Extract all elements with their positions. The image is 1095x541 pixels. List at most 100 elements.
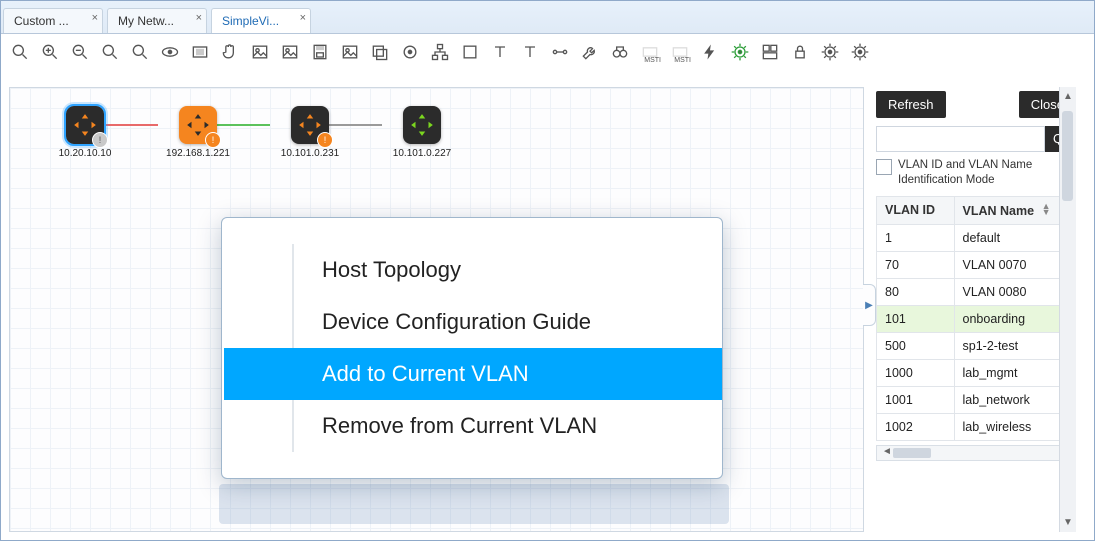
table-row[interactable]: 101onboarding [877, 305, 1076, 332]
save-icon[interactable] [307, 39, 333, 65]
cell-vlan-id: 101 [877, 305, 955, 332]
screen-add-icon[interactable] [457, 39, 483, 65]
context-menu-item[interactable]: Device Configuration Guide [294, 296, 722, 348]
eye-icon[interactable] [157, 39, 183, 65]
cell-vlan-id: 70 [877, 251, 955, 278]
scroll-up-icon[interactable]: ▲ [1063, 91, 1073, 102]
lock-icon[interactable] [787, 39, 813, 65]
device-icon: ! [179, 106, 217, 144]
zoom-out-icon[interactable] [67, 39, 93, 65]
context-menu-shadow [219, 484, 729, 524]
hscroll-thumb[interactable] [893, 448, 931, 458]
picture-icon[interactable] [337, 39, 363, 65]
side-panel-toggle[interactable]: ▶ [863, 284, 876, 326]
table-horizontal-scrollbar[interactable]: ◄ ► [876, 445, 1076, 461]
context-menu: Host TopologyDevice Configuration GuideA… [221, 217, 723, 479]
zoom-region-icon[interactable] [97, 39, 123, 65]
context-menu-item[interactable]: Remove from Current VLAN [294, 400, 722, 452]
topology-node[interactable]: !10.20.10.10 [35, 106, 135, 159]
context-menu-item[interactable]: Host Topology [294, 244, 722, 296]
panel-vertical-scrollbar[interactable]: ▲ ▼ [1059, 87, 1076, 532]
image-remove-icon[interactable] [277, 39, 303, 65]
fit-icon[interactable] [187, 39, 213, 65]
connect-icon[interactable] [547, 39, 573, 65]
status-badge: ! [92, 132, 108, 148]
text-add-icon[interactable] [487, 39, 513, 65]
binoculars-icon[interactable] [607, 39, 633, 65]
col-vlan-name[interactable]: VLAN Name ▲▼ [954, 196, 1075, 224]
vlan-search-input[interactable] [876, 126, 1045, 152]
cell-vlan-id: 1 [877, 224, 955, 251]
tab-label: Custom ... [14, 14, 69, 28]
gear-color-icon[interactable] [727, 39, 753, 65]
cell-vlan-name: default [954, 224, 1075, 251]
hand-icon[interactable] [217, 39, 243, 65]
cell-vlan-name: lab_wireless [954, 413, 1075, 440]
sliders-icon[interactable] [817, 39, 843, 65]
table-row[interactable]: 500sp1-2-test [877, 332, 1076, 359]
identification-mode-checkbox[interactable]: VLAN ID and VLAN Name Identification Mod… [876, 158, 1076, 188]
table-row[interactable]: 1000lab_mgmt [877, 359, 1076, 386]
search-icon[interactable] [7, 39, 33, 65]
topology-node[interactable]: ! 10.101.0.231 [260, 106, 360, 159]
scroll-down-icon[interactable]: ▼ [1063, 517, 1073, 528]
layers-icon[interactable] [367, 39, 393, 65]
msti-a-icon[interactable]: MSTI [637, 39, 663, 65]
cell-vlan-name: VLAN 0070 [954, 251, 1075, 278]
table-row[interactable]: 70VLAN 0070 [877, 251, 1076, 278]
table-row[interactable]: 1default [877, 224, 1076, 251]
close-icon[interactable]: × [196, 12, 202, 24]
node-label: 10.101.0.231 [260, 148, 360, 159]
text-icon[interactable] [517, 39, 543, 65]
cell-vlan-name: lab_network [954, 386, 1075, 413]
topology-node[interactable]: 10.101.0.227 [372, 106, 472, 159]
image-add-icon[interactable] [247, 39, 273, 65]
device-icon: ! [291, 106, 329, 144]
hierarchy-icon[interactable] [427, 39, 453, 65]
node-label: 10.20.10.10 [35, 148, 135, 159]
topology-node[interactable]: !192.168.1.221 [148, 106, 248, 159]
context-menu-item[interactable]: Add to Current VLAN [224, 348, 722, 400]
table-row[interactable]: 1002lab_wireless [877, 413, 1076, 440]
tab-2[interactable]: SimpleVi... × [211, 8, 311, 33]
close-icon[interactable]: × [92, 12, 98, 24]
cell-vlan-name: VLAN 0080 [954, 278, 1075, 305]
vlan-panel: Refresh Close Query VLAN ID and VLAN Nam… [876, 87, 1076, 532]
device-icon: ! [66, 106, 104, 144]
tab-1[interactable]: My Netw... × [107, 8, 207, 33]
status-badge: ! [205, 132, 221, 148]
zoom-in-icon[interactable] [37, 39, 63, 65]
checkbox-icon [876, 159, 892, 175]
cell-vlan-id: 80 [877, 278, 955, 305]
tab-0[interactable]: Custom ... × [3, 8, 103, 33]
tab-bar: Custom ... × My Netw... × SimpleVi... × [1, 1, 1094, 34]
bolt-icon[interactable] [697, 39, 723, 65]
col-vlan-id[interactable]: VLAN ID [877, 196, 955, 224]
cell-vlan-name: sp1-2-test [954, 332, 1075, 359]
cell-vlan-id: 1002 [877, 413, 955, 440]
cell-vlan-id: 1001 [877, 386, 955, 413]
zoom-reset-icon[interactable] [127, 39, 153, 65]
tab-label: My Netw... [118, 14, 174, 28]
table-row[interactable]: 80VLAN 0080 [877, 278, 1076, 305]
table-row[interactable]: 1001lab_network [877, 386, 1076, 413]
layout-icon[interactable] [757, 39, 783, 65]
cell-vlan-name: onboarding [954, 305, 1075, 332]
close-icon[interactable]: × [300, 12, 306, 24]
cell-vlan-name: lab_mgmt [954, 359, 1075, 386]
vscroll-thumb[interactable] [1062, 111, 1073, 201]
tab-label: SimpleVi... [222, 14, 279, 28]
device-icon [403, 106, 441, 144]
main-area: !10.20.10.10!192.168.1.221!10.101.0.2311… [1, 69, 1094, 540]
node-label: 192.168.1.221 [148, 148, 248, 159]
checkbox-label: VLAN ID and VLAN Name Identification Mod… [898, 158, 1076, 188]
msti-b-icon[interactable]: MSTI [667, 39, 693, 65]
wrench-icon[interactable] [577, 39, 603, 65]
settings-icon[interactable] [847, 39, 873, 65]
sort-icon: ▲▼ [1042, 203, 1051, 215]
app-window: Custom ...×My Netw...×SimpleVi...× MSTIM… [0, 0, 1095, 541]
target-icon[interactable] [397, 39, 423, 65]
refresh-button[interactable]: Refresh [876, 91, 946, 118]
cell-vlan-id: 1000 [877, 359, 955, 386]
cell-vlan-id: 500 [877, 332, 955, 359]
